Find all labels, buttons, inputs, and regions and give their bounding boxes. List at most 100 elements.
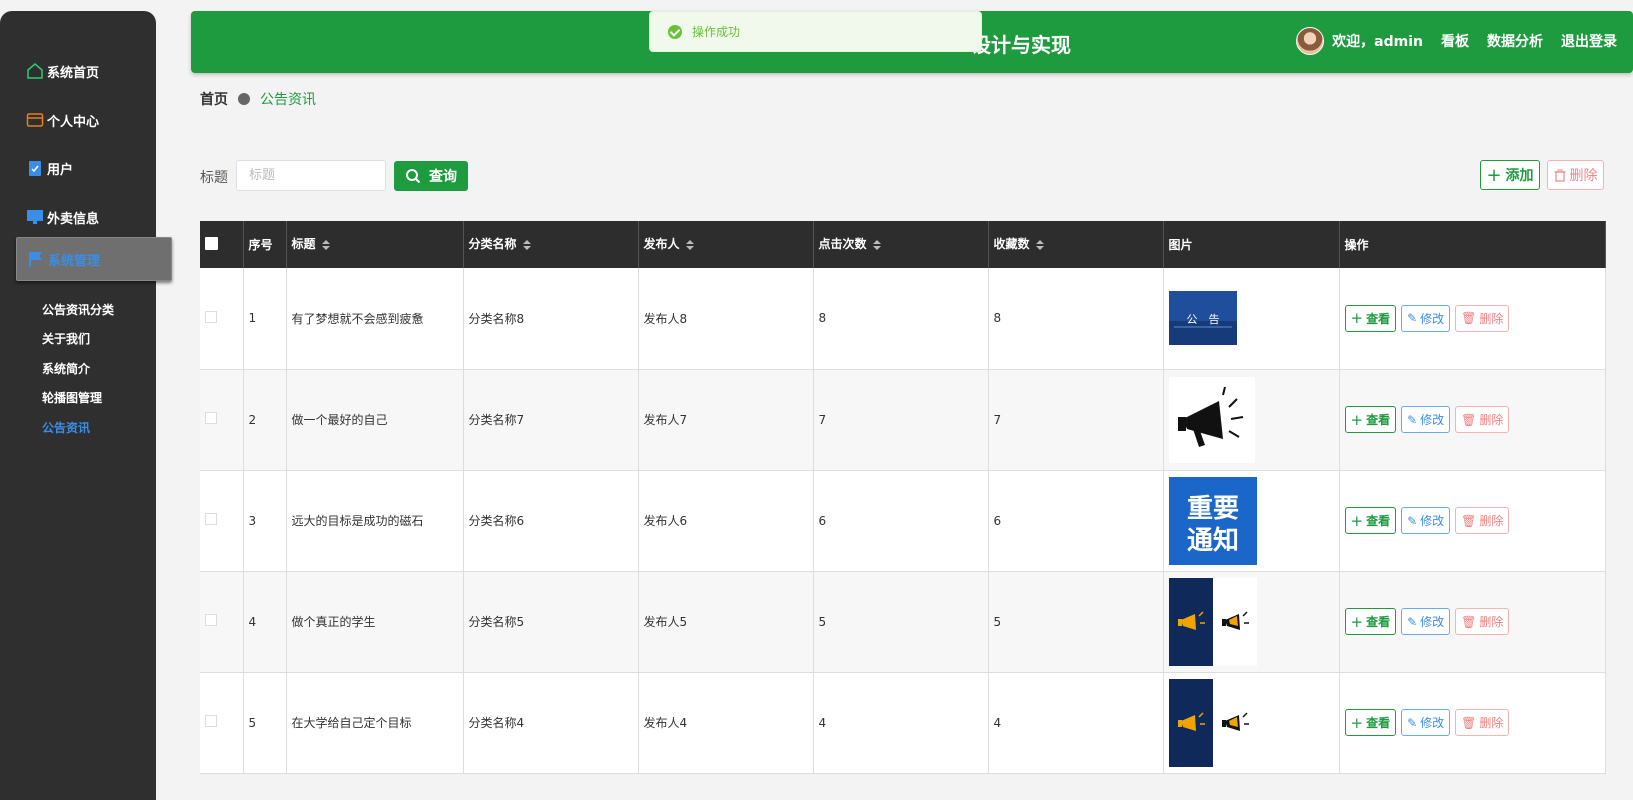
cell-favorites: 7 [988, 369, 1164, 471]
delete-button[interactable]: 🗑 删除 [1455, 608, 1510, 635]
search-input[interactable] [236, 160, 386, 191]
sidebar-item-personal[interactable]: 个人中心 [26, 110, 99, 130]
pencil-icon: ✎ [1407, 412, 1418, 427]
view-button[interactable]: + 查看 [1344, 608, 1397, 635]
sidebar-item-takeout[interactable]: 外卖信息 [26, 207, 99, 227]
logout-link[interactable]: 退出登录 [1561, 31, 1617, 51]
sidebar-item-label: 外卖信息 [47, 211, 100, 227]
sidebar-item-home[interactable]: 系统首页 [26, 61, 99, 81]
row-checkbox[interactable] [205, 513, 217, 525]
plus-icon: + [1350, 309, 1364, 328]
clipboard-icon [26, 159, 44, 177]
submenu-notice-category[interactable]: 公告资讯分类 [42, 301, 114, 318]
col-header-category[interactable]: 分类名称 [463, 221, 639, 268]
cell-clicks: 8 [813, 268, 989, 370]
pencil-icon: ✎ [1407, 513, 1418, 528]
view-button[interactable]: + 查看 [1344, 507, 1397, 534]
view-button-label: 查看 [1366, 615, 1391, 629]
col-header-favorites[interactable]: 收藏数 [988, 221, 1164, 268]
plus-icon: + [1486, 164, 1502, 186]
add-button-label: 添加 [1505, 168, 1534, 184]
row-checkbox[interactable] [205, 310, 217, 323]
trash-icon: 🗑 [1461, 513, 1477, 528]
submenu-notice[interactable]: 公告资讯 [42, 419, 90, 436]
sort-icon[interactable] [1036, 236, 1044, 254]
plus-icon: + [1350, 511, 1364, 530]
delete-button-label: 删除 [1479, 716, 1504, 730]
success-toast: 操作成功 [649, 11, 982, 52]
data-analysis-link[interactable]: 数据分析 [1487, 31, 1543, 51]
edit-button[interactable]: ✎ 修改 [1401, 406, 1451, 433]
cell-image: 公 告 [1163, 268, 1340, 370]
select-all-checkbox[interactable] [205, 236, 218, 250]
row-select-cell [200, 672, 244, 774]
avatar[interactable] [1296, 27, 1325, 55]
sort-icon[interactable] [873, 236, 881, 254]
cell-title: 在大学给自己定个目标 [286, 672, 464, 774]
row-select-cell [200, 369, 244, 471]
row-select-cell [200, 268, 244, 370]
cell-actions: + 查看 ✎ 修改 🗑 删除 [1339, 672, 1606, 774]
col-header-publisher[interactable]: 发布人 [638, 221, 814, 268]
sidebar-item-users[interactable]: 用户 [26, 158, 73, 178]
edit-button[interactable]: ✎ 修改 [1401, 608, 1451, 635]
megaphone-image [1168, 376, 1339, 463]
flag-icon [27, 250, 45, 268]
delete-button[interactable]: 🗑 删除 [1455, 507, 1510, 534]
row-checkbox[interactable] [205, 614, 217, 626]
edit-button-label: 修改 [1420, 615, 1445, 629]
dashboard-link[interactable]: 看板 [1441, 31, 1469, 51]
view-button[interactable]: + 查看 [1344, 304, 1397, 332]
col-header-title[interactable]: 标题 [286, 221, 464, 268]
cell-category: 分类名称4 [463, 672, 639, 774]
edit-button-label: 修改 [1420, 413, 1445, 427]
breadcrumb-current: 公告资讯 [260, 92, 316, 108]
submenu-system-intro[interactable]: 系统简介 [42, 360, 90, 377]
cell-title: 做一个最好的自己 [286, 369, 464, 471]
batch-delete-button[interactable]: 删除 [1547, 160, 1604, 190]
cell-title: 做个真正的学生 [286, 571, 464, 673]
cell-image: 重要 通知 [1163, 470, 1340, 572]
view-button[interactable]: + 查看 [1344, 709, 1397, 736]
toast-message: 操作成功 [692, 25, 741, 39]
delete-button[interactable]: 🗑 删除 [1455, 406, 1510, 433]
col-header-clicks[interactable]: 点击次数 [813, 221, 989, 268]
row-checkbox[interactable] [205, 412, 217, 424]
plus-icon: + [1350, 713, 1364, 732]
submenu-about-us[interactable]: 关于我们 [42, 330, 90, 347]
add-button[interactable]: + 添加 [1480, 160, 1540, 190]
row-select-cell [200, 571, 244, 673]
query-button[interactable]: 查询 [394, 161, 468, 191]
query-button-label: 查询 [429, 169, 457, 185]
row-checkbox[interactable] [205, 715, 217, 727]
sort-icon[interactable] [523, 236, 531, 254]
cell-category: 分类名称8 [463, 268, 639, 370]
sort-icon[interactable] [686, 236, 694, 254]
table-row: 1 有了梦想就不会感到疲惫 分类名称8 发布人8 8 8 公 告 + 查看 ✎ 修改 🗑 删除 [200, 268, 1606, 370]
cell-favorites: 5 [988, 571, 1164, 673]
submenu-carousel[interactable]: 轮播图管理 [42, 389, 102, 406]
view-button[interactable]: + 查看 [1344, 406, 1397, 433]
sort-icon[interactable] [322, 236, 330, 254]
delete-button[interactable]: 🗑 删除 [1455, 304, 1510, 332]
app-title: 设计与实现 [971, 33, 1071, 57]
breadcrumb-home[interactable]: 首页 [200, 89, 228, 109]
edit-button[interactable]: ✎ 修改 [1401, 709, 1451, 736]
cell-clicks: 7 [813, 369, 989, 471]
cell-clicks: 4 [813, 672, 989, 774]
edit-button[interactable]: ✎ 修改 [1401, 507, 1451, 534]
data-table: 序号 标题 分类名称 发布人 点击次数 收藏数 图片 操作 1 有了梦想就不会感到… [200, 221, 1606, 774]
edit-button-label: 修改 [1420, 311, 1445, 326]
table-row: 4 做个真正的学生 分类名称5 发布人5 5 5 + 查看 ✎ 修改 🗑 删除 [200, 571, 1606, 673]
edit-button[interactable]: ✎ 修改 [1401, 304, 1451, 332]
trash-icon: 🗑 [1461, 311, 1477, 326]
delete-button[interactable]: 🗑 删除 [1455, 709, 1510, 736]
cell-actions: + 查看 ✎ 修改 🗑 删除 [1339, 369, 1606, 471]
cell-no: 2 [243, 369, 287, 471]
breadcrumb-separator [238, 93, 250, 105]
cell-publisher: 发布人4 [638, 672, 814, 774]
view-button-label: 查看 [1366, 716, 1391, 730]
cell-actions: + 查看 ✎ 修改 🗑 删除 [1339, 571, 1606, 673]
sidebar-item-system[interactable]: 系统管理 [16, 237, 172, 281]
col-header-image: 图片 [1163, 221, 1340, 268]
